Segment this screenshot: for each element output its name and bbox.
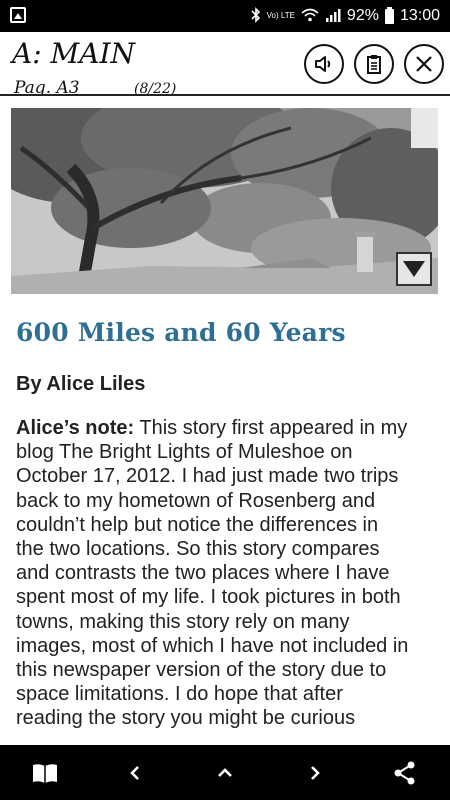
close-icon [416, 56, 432, 72]
previous-page-button[interactable] [115, 755, 155, 791]
speaker-button[interactable] [304, 44, 344, 84]
status-icons: Vo) LTE 92% 13:00 [251, 6, 440, 26]
triangle-down-icon [403, 261, 425, 277]
chevron-right-icon [311, 766, 320, 780]
close-button[interactable] [404, 44, 444, 84]
bottom-nav [0, 745, 450, 800]
battery-icon [384, 6, 394, 24]
body-line: towns, making this story rely on many [16, 610, 350, 633]
chevron-left-icon [130, 766, 139, 780]
wifi-icon [301, 8, 319, 24]
body-line: October 17, 2012. I had just made two tr… [16, 465, 399, 488]
share-icon [394, 761, 415, 785]
body-line: Alice’s note: This story first appeared … [16, 417, 408, 439]
signal-icon [325, 8, 341, 24]
clipboard-icon [367, 55, 381, 74]
next-page-button[interactable] [295, 755, 335, 791]
note-label: Alice’s note: [16, 417, 135, 439]
section-title: A: MAIN [12, 37, 136, 70]
article-list-button[interactable] [354, 44, 394, 84]
body-line: couldn’t help but notice the differences… [16, 513, 379, 536]
book-button[interactable] [25, 755, 65, 791]
page-label: Pag. A3 [14, 78, 80, 96]
article-headline: 600 Miles and 60 Years [16, 318, 346, 347]
article-byline: By Alice Liles [16, 373, 146, 395]
body-line: this newspaper version of the story due … [16, 659, 387, 682]
image-notification-icon [10, 7, 26, 23]
body-line: images, most of which I have not include… [16, 634, 409, 657]
book-icon [33, 764, 57, 783]
body-line: the two locations. So this story compare… [16, 538, 380, 561]
up-button[interactable] [205, 755, 245, 791]
page-count: (8/22) [134, 81, 177, 96]
bluetooth-icon [251, 7, 261, 25]
chevron-up-icon [218, 768, 232, 777]
tree-house-photo [11, 108, 438, 294]
body-line: blog The Bright Lights of Muleshoe on [16, 441, 353, 464]
body-line: space limitations. I do hope that after [16, 683, 343, 706]
clock: 13:00 [399, 7, 440, 24]
body-line: spent most of my life. I took pictures i… [16, 586, 401, 609]
speaker-icon [315, 56, 331, 72]
share-button[interactable] [385, 755, 425, 791]
network-label: Vo) LTE [266, 11, 295, 20]
article-banner-image [11, 108, 438, 294]
article-body: Alice’s note: This story first appeared … [16, 416, 436, 731]
body-line: reading the story you might be curious [16, 707, 356, 730]
banner-toggle-button[interactable] [396, 252, 432, 286]
battery-percent: 92% [346, 7, 379, 24]
status-bar: Vo) LTE 92% 13:00 [0, 0, 450, 32]
app-header: A: MAIN Pag. A3 (8/22) [0, 32, 450, 96]
body-line: back to my hometown of Rosenberg and [16, 489, 376, 512]
body-line: and contrasts the two places where I hav… [16, 562, 390, 585]
article: 600 Miles and 60 Years By Alice Liles Al… [16, 318, 436, 731]
